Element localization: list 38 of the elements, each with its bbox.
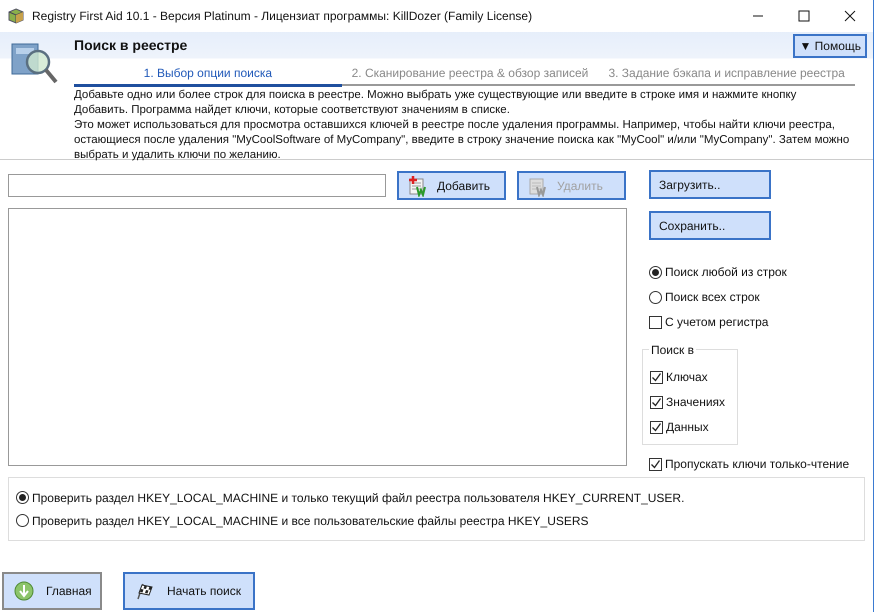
checkbox[interactable]: [650, 370, 663, 384]
checkbox[interactable]: [650, 420, 663, 434]
checkbox[interactable]: [649, 458, 662, 470]
checkered-flag-icon: [135, 581, 155, 601]
checkbox-label: С учетом регистра: [665, 314, 768, 331]
checkbox-label: Значениях: [666, 394, 726, 411]
maximize-icon[interactable]: [798, 10, 810, 22]
checkbox-label: Данных: [666, 419, 709, 436]
checkbox[interactable]: [650, 396, 663, 408]
wizard-step: 2. Сканирование реестра & обзор записей: [352, 64, 588, 82]
wizard-step: 1. Выбор опции поиска: [144, 64, 272, 82]
search-string-field[interactable]: [8, 174, 386, 197]
app-icon: [8, 8, 24, 24]
radio-label: Проверить раздел HKEY_LOCAL_MACHINE и все пользовательские файлы реестра HKEY_USERS: [32, 512, 589, 530]
home-button[interactable]: Главная: [2, 572, 102, 610]
checkbox[interactable]: [649, 316, 662, 328]
radio-button[interactable]: [16, 491, 29, 504]
save-button[interactable]: Сохранить..: [649, 211, 771, 240]
add-button[interactable]: Добавить: [397, 171, 506, 200]
group-title: Поиск в: [649, 343, 696, 357]
wizard-step: 3. Задание бэкапа и исправление реестра: [608, 64, 845, 82]
radio-label: Поиск всех строк: [665, 289, 760, 306]
window-title: Registry First Aid 10.1 - Версия Platinum - Лицензиат программы: KillDozer (Family License): [32, 8, 532, 25]
add-document-icon: [407, 174, 429, 196]
close-icon[interactable]: [844, 10, 856, 22]
radio-button[interactable]: [649, 290, 662, 304]
description-text: Добавьте одно или более строк для поиска в реестре. Можно выбрать уже существующие или введите в строке имя и нажмите кнопку Добавить. Программа найдет ключи, которые соответствуют значениям в списке.: [74, 88, 798, 118]
checkbox-label: Ключах: [666, 369, 708, 386]
radio-label: Поиск любой из строк: [665, 264, 787, 281]
load-button[interactable]: Загрузить..: [649, 170, 771, 199]
radio-label: Проверить раздел HKEY_LOCAL_MACHINE и только текущий файл реестра пользователя HKEY_CURRENT_USER.: [32, 490, 684, 506]
help-button[interactable]: ▼ Помощь: [793, 34, 867, 58]
radio-button[interactable]: [649, 266, 662, 278]
start-search-button[interactable]: Начать поиск: [123, 572, 255, 610]
description-text: Это может использоваться для просмотра оставшихся ключей в реестре после удаления программы. Например, чтобы найти ключи реестра, остающиеся после удаления "MyCoolSoftware of MyCompany", введите в строку значение поиска как "MyCool" и/или "MyCompany". Затем можно выбрать и удалить ключи по желанию.: [74, 118, 850, 163]
checkbox-label: Пропускать ключи только-чтение: [665, 456, 850, 473]
radio-button[interactable]: [16, 514, 29, 527]
page-title: Поиск в реестре: [74, 36, 188, 55]
